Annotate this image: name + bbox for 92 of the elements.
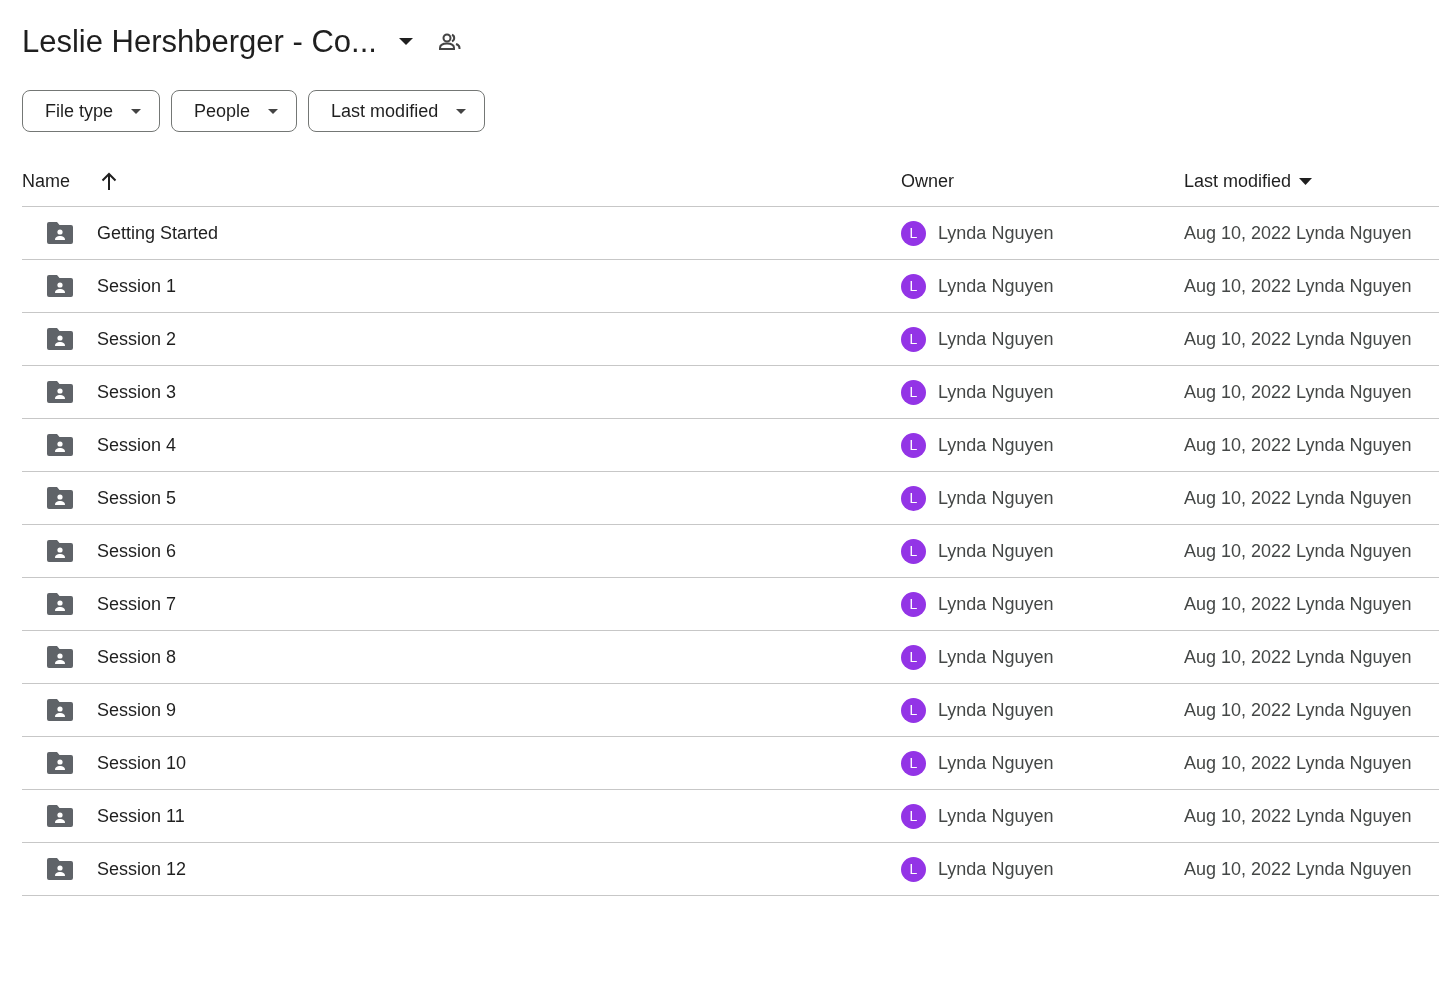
owner-avatar: L <box>901 326 926 352</box>
modified-by: Lynda Nguyen <box>1296 328 1412 350</box>
people-icon[interactable] <box>438 33 461 51</box>
folder-name[interactable]: Session 7 <box>97 593 177 615</box>
modified-by: Lynda Nguyen <box>1296 752 1412 774</box>
column-header[interactable]: Name <box>22 170 70 192</box>
modified-by: Lynda Nguyen <box>1296 805 1412 827</box>
owner-name: Lynda Nguyen <box>938 752 1054 774</box>
sort-down-caret-icon[interactable] <box>1299 177 1313 185</box>
owner-avatar: L <box>901 803 926 829</box>
modified-by: Lynda Nguyen <box>1296 222 1412 244</box>
shared-folder-icon <box>47 858 73 880</box>
filter-dropdown[interactable]: File type <box>22 90 161 132</box>
folder-name[interactable]: Session 12 <box>97 858 187 880</box>
modified-by: Lynda Nguyen <box>1296 646 1412 668</box>
folder-name[interactable]: Session 8 <box>97 646 177 668</box>
shared-folder-icon <box>47 434 73 456</box>
modified-date: Aug 10, 2022 <box>1184 805 1292 827</box>
modified-date: Aug 10, 2022 <box>1184 381 1292 403</box>
shared-folder-icon <box>47 222 73 244</box>
owner-name: Lynda Nguyen <box>938 275 1054 297</box>
owner-avatar: L <box>901 538 926 564</box>
filter-dropdown[interactable]: Last modified <box>308 90 486 132</box>
modified-by: Lynda Nguyen <box>1296 275 1412 297</box>
owner-avatar: L <box>901 591 926 617</box>
shared-folder-icon <box>47 540 73 562</box>
owner-avatar: L <box>901 273 926 299</box>
modified-date: Aug 10, 2022 <box>1184 752 1292 774</box>
caret-icon <box>456 108 467 114</box>
folder-name[interactable]: Session 5 <box>97 487 177 509</box>
shared-folder-icon <box>47 381 73 403</box>
owner-name: Lynda Nguyen <box>938 805 1054 827</box>
folder-name[interactable]: Session 11 <box>97 805 185 827</box>
modified-date: Aug 10, 2022 <box>1184 328 1292 350</box>
owner-avatar: L <box>901 220 926 246</box>
column-header[interactable]: Last modified <box>1184 170 1292 192</box>
owner-name: Lynda Nguyen <box>938 487 1054 509</box>
shared-folder-icon <box>47 487 73 509</box>
folder-name[interactable]: Session 3 <box>97 381 177 403</box>
shared-folder-icon <box>47 646 73 668</box>
owner-name: Lynda Nguyen <box>938 540 1054 562</box>
owner-avatar: L <box>901 644 926 670</box>
shared-folder-icon <box>47 593 73 615</box>
modified-by: Lynda Nguyen <box>1296 487 1412 509</box>
modified-by: Lynda Nguyen <box>1296 858 1412 880</box>
owner-avatar: L <box>901 432 926 458</box>
modified-date: Aug 10, 2022 <box>1184 646 1292 668</box>
caret-icon <box>131 108 142 114</box>
modified-date: Aug 10, 2022 <box>1184 275 1292 297</box>
filter-dropdown[interactable]: People <box>171 90 298 132</box>
modified-date: Aug 10, 2022 <box>1184 858 1292 880</box>
owner-avatar: L <box>901 697 926 723</box>
modified-by: Lynda Nguyen <box>1296 593 1412 615</box>
owner-name: Lynda Nguyen <box>938 646 1054 668</box>
folder-name[interactable]: Session 9 <box>97 699 177 721</box>
modified-by: Lynda Nguyen <box>1296 381 1412 403</box>
owner-name: Lynda Nguyen <box>938 328 1054 350</box>
sort-up-arrow-icon[interactable] <box>101 172 117 190</box>
shared-folder-icon <box>47 805 73 827</box>
owner-avatar: L <box>901 856 926 882</box>
modified-date: Aug 10, 2022 <box>1184 434 1292 456</box>
owner-name: Lynda Nguyen <box>938 593 1054 615</box>
owner-name: Lynda Nguyen <box>938 858 1054 880</box>
modified-date: Aug 10, 2022 <box>1184 222 1292 244</box>
modified-by: Lynda Nguyen <box>1296 699 1412 721</box>
modified-date: Aug 10, 2022 <box>1184 699 1292 721</box>
owner-name: Lynda Nguyen <box>938 699 1054 721</box>
modified-date: Aug 10, 2022 <box>1184 487 1292 509</box>
owner-avatar: L <box>901 379 926 405</box>
owner-name: Lynda Nguyen <box>938 222 1054 244</box>
folder-name[interactable]: Session 10 <box>97 752 187 774</box>
owner-avatar: L <box>901 485 926 511</box>
shared-folder-icon <box>47 752 73 774</box>
folder-name[interactable]: Session 6 <box>97 540 177 562</box>
shared-folder-icon <box>47 328 73 350</box>
modified-date: Aug 10, 2022 <box>1184 540 1292 562</box>
modified-by: Lynda Nguyen <box>1296 434 1412 456</box>
modified-date: Aug 10, 2022 <box>1184 593 1292 615</box>
folder-title: Leslie Hershberger - Co... <box>22 24 377 60</box>
modified-by: Lynda Nguyen <box>1296 540 1412 562</box>
caret-icon <box>268 108 279 114</box>
caret-icon[interactable] <box>398 38 413 46</box>
column-header[interactable]: Owner <box>901 170 954 192</box>
shared-folder-icon <box>47 699 73 721</box>
folder-name[interactable]: Session 4 <box>97 434 177 456</box>
shared-folder-icon <box>47 275 73 297</box>
owner-name: Lynda Nguyen <box>938 381 1054 403</box>
folder-name[interactable]: Session 1 <box>97 275 177 297</box>
owner-avatar: L <box>901 750 926 776</box>
folder-name[interactable]: Session 2 <box>97 328 177 350</box>
owner-name: Lynda Nguyen <box>938 434 1054 456</box>
folder-name[interactable]: Getting Started <box>97 222 219 244</box>
